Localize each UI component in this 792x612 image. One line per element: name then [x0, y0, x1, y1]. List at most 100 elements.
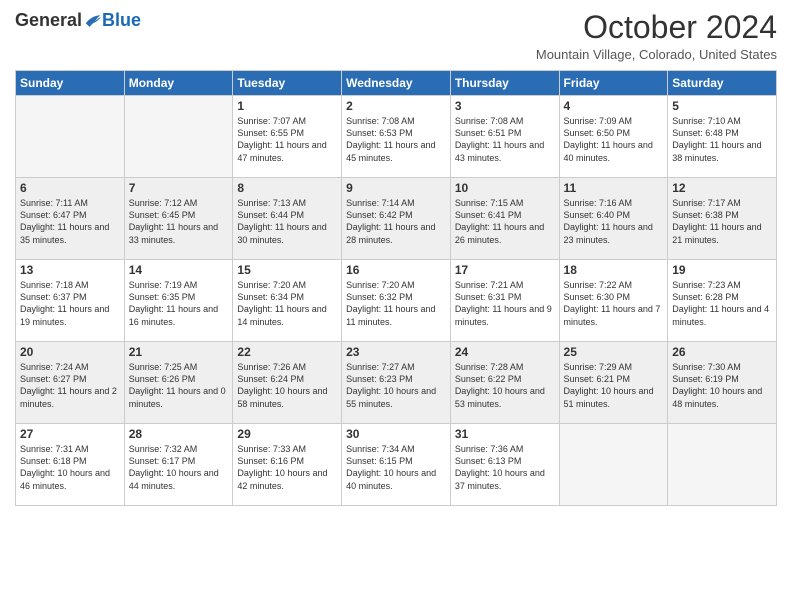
day-number: 11: [564, 181, 664, 195]
day-info: Sunrise: 7:24 AM Sunset: 6:27 PM Dayligh…: [20, 361, 120, 410]
table-row: 31Sunrise: 7:36 AM Sunset: 6:13 PM Dayli…: [450, 424, 559, 506]
day-info: Sunrise: 7:17 AM Sunset: 6:38 PM Dayligh…: [672, 197, 772, 246]
day-number: 17: [455, 263, 555, 277]
day-info: Sunrise: 7:11 AM Sunset: 6:47 PM Dayligh…: [20, 197, 120, 246]
day-info: Sunrise: 7:20 AM Sunset: 6:34 PM Dayligh…: [237, 279, 337, 328]
day-number: 19: [672, 263, 772, 277]
day-info: Sunrise: 7:28 AM Sunset: 6:22 PM Dayligh…: [455, 361, 555, 410]
day-info: Sunrise: 7:34 AM Sunset: 6:15 PM Dayligh…: [346, 443, 446, 492]
day-info: Sunrise: 7:08 AM Sunset: 6:51 PM Dayligh…: [455, 115, 555, 164]
day-number: 6: [20, 181, 120, 195]
logo-general: General: [15, 10, 82, 31]
day-number: 14: [129, 263, 229, 277]
table-row: 11 Sunrise: 7:16 AM Sunset: 6:40 PM Dayli…: [559, 178, 668, 260]
header-monday: Monday: [124, 71, 233, 96]
table-row: 2 Sunrise: 7:08 AM Sunset: 6:53 PM Daylig…: [342, 96, 451, 178]
calendar-header-row: Sunday Monday Tuesday Wednesday Thursday…: [16, 71, 777, 96]
calendar-week-row: 27 Sunrise: 7:31 AM Sunset: 6:18 PM Dayli…: [16, 424, 777, 506]
day-number: 25: [564, 345, 664, 359]
table-row: 9Sunrise: 7:14 AM Sunset: 6:42 PM Daylig…: [342, 178, 451, 260]
day-number: 27: [20, 427, 120, 441]
table-row: 7 Sunrise: 7:12 AM Sunset: 6:45 PM Daylig…: [124, 178, 233, 260]
day-info: Sunrise: 7:21 AM Sunset: 6:31 PM Dayligh…: [455, 279, 555, 328]
header-saturday: Saturday: [668, 71, 777, 96]
day-number: 16: [346, 263, 446, 277]
day-info: Sunrise: 7:09 AM Sunset: 6:50 PM Dayligh…: [564, 115, 664, 164]
header-friday: Friday: [559, 71, 668, 96]
day-info: Sunrise: 7:12 AM Sunset: 6:45 PM Dayligh…: [129, 197, 229, 246]
table-row: [668, 424, 777, 506]
day-number: 31: [455, 427, 555, 441]
day-number: 26: [672, 345, 772, 359]
logo: General Blue: [15, 10, 141, 31]
day-info: Sunrise: 7:20 AM Sunset: 6:32 PM Dayligh…: [346, 279, 446, 328]
month-title: October 2024: [536, 10, 777, 45]
day-info: Sunrise: 7:29 AM Sunset: 6:21 PM Dayligh…: [564, 361, 664, 410]
table-row: 21 Sunrise: 7:25 AM Sunset: 6:26 PM Dayli…: [124, 342, 233, 424]
day-info: Sunrise: 7:26 AM Sunset: 6:24 PM Dayligh…: [237, 361, 337, 410]
day-number: 24: [455, 345, 555, 359]
title-block: October 2024 Mountain Village, Colorado,…: [536, 10, 777, 62]
logo-blue: Blue: [102, 10, 141, 31]
day-number: 7: [129, 181, 229, 195]
day-number: 2: [346, 99, 446, 113]
table-row: 28Sunrise: 7:32 AM Sunset: 6:17 PM Dayli…: [124, 424, 233, 506]
table-row: 25 Sunrise: 7:29 AM Sunset: 6:21 PM Dayli…: [559, 342, 668, 424]
table-row: 10 Sunrise: 7:15 AM Sunset: 6:41 PM Dayli…: [450, 178, 559, 260]
day-number: 4: [564, 99, 664, 113]
day-number: 29: [237, 427, 337, 441]
calendar-table: Sunday Monday Tuesday Wednesday Thursday…: [15, 70, 777, 506]
table-row: 3 Sunrise: 7:08 AM Sunset: 6:51 PM Daylig…: [450, 96, 559, 178]
table-row: 4 Sunrise: 7:09 AM Sunset: 6:50 PM Daylig…: [559, 96, 668, 178]
day-number: 30: [346, 427, 446, 441]
day-number: 15: [237, 263, 337, 277]
table-row: 12 Sunrise: 7:17 AM Sunset: 6:38 PM Dayli…: [668, 178, 777, 260]
day-info: Sunrise: 7:30 AM Sunset: 6:19 PM Dayligh…: [672, 361, 772, 410]
day-info: Sunrise: 7:16 AM Sunset: 6:40 PM Dayligh…: [564, 197, 664, 246]
table-row: [16, 96, 125, 178]
header-wednesday: Wednesday: [342, 71, 451, 96]
day-info: Sunrise: 7:25 AM Sunset: 6:26 PM Dayligh…: [129, 361, 229, 410]
table-row: 26 Sunrise: 7:30 AM Sunset: 6:19 PM Dayli…: [668, 342, 777, 424]
header-thursday: Thursday: [450, 71, 559, 96]
day-info: Sunrise: 7:15 AM Sunset: 6:41 PM Dayligh…: [455, 197, 555, 246]
day-info: Sunrise: 7:07 AM Sunset: 6:55 PM Dayligh…: [237, 115, 337, 164]
table-row: 8Sunrise: 7:13 AM Sunset: 6:44 PM Daylig…: [233, 178, 342, 260]
day-info: Sunrise: 7:22 AM Sunset: 6:30 PM Dayligh…: [564, 279, 664, 328]
table-row: 30 Sunrise: 7:34 AM Sunset: 6:15 PM Dayli…: [342, 424, 451, 506]
table-row: 6 Sunrise: 7:11 AM Sunset: 6:47 PM Daylig…: [16, 178, 125, 260]
table-row: 14Sunrise: 7:19 AM Sunset: 6:35 PM Dayli…: [124, 260, 233, 342]
location: Mountain Village, Colorado, United State…: [536, 47, 777, 62]
table-row: 19 Sunrise: 7:23 AM Sunset: 6:28 PM Dayli…: [668, 260, 777, 342]
day-info: Sunrise: 7:10 AM Sunset: 6:48 PM Dayligh…: [672, 115, 772, 164]
calendar-week-row: 1 Sunrise: 7:07 AM Sunset: 6:55 PM Daylig…: [16, 96, 777, 178]
calendar-week-row: 20Sunrise: 7:24 AM Sunset: 6:27 PM Dayli…: [16, 342, 777, 424]
table-row: 22Sunrise: 7:26 AM Sunset: 6:24 PM Dayli…: [233, 342, 342, 424]
day-number: 12: [672, 181, 772, 195]
day-info: Sunrise: 7:08 AM Sunset: 6:53 PM Dayligh…: [346, 115, 446, 164]
day-number: 3: [455, 99, 555, 113]
day-number: 10: [455, 181, 555, 195]
table-row: [124, 96, 233, 178]
table-row: 20Sunrise: 7:24 AM Sunset: 6:27 PM Dayli…: [16, 342, 125, 424]
day-number: 18: [564, 263, 664, 277]
header-tuesday: Tuesday: [233, 71, 342, 96]
table-row: 13Sunrise: 7:18 AM Sunset: 6:37 PM Dayli…: [16, 260, 125, 342]
table-row: 5Sunrise: 7:10 AM Sunset: 6:48 PM Daylig…: [668, 96, 777, 178]
table-row: 29Sunrise: 7:33 AM Sunset: 6:16 PM Dayli…: [233, 424, 342, 506]
day-info: Sunrise: 7:31 AM Sunset: 6:18 PM Dayligh…: [20, 443, 120, 492]
header: General Blue October 2024 Mountain Villa…: [15, 10, 777, 62]
table-row: 16 Sunrise: 7:20 AM Sunset: 6:32 PM Dayli…: [342, 260, 451, 342]
table-row: 24 Sunrise: 7:28 AM Sunset: 6:22 PM Dayli…: [450, 342, 559, 424]
header-sunday: Sunday: [16, 71, 125, 96]
day-number: 21: [129, 345, 229, 359]
day-info: Sunrise: 7:27 AM Sunset: 6:23 PM Dayligh…: [346, 361, 446, 410]
day-info: Sunrise: 7:13 AM Sunset: 6:44 PM Dayligh…: [237, 197, 337, 246]
day-info: Sunrise: 7:14 AM Sunset: 6:42 PM Dayligh…: [346, 197, 446, 246]
logo-bird-icon: [84, 14, 102, 28]
calendar-week-row: 13Sunrise: 7:18 AM Sunset: 6:37 PM Dayli…: [16, 260, 777, 342]
day-number: 1: [237, 99, 337, 113]
table-row: 15 Sunrise: 7:20 AM Sunset: 6:34 PM Dayli…: [233, 260, 342, 342]
day-info: Sunrise: 7:23 AM Sunset: 6:28 PM Dayligh…: [672, 279, 772, 328]
table-row: 1 Sunrise: 7:07 AM Sunset: 6:55 PM Daylig…: [233, 96, 342, 178]
